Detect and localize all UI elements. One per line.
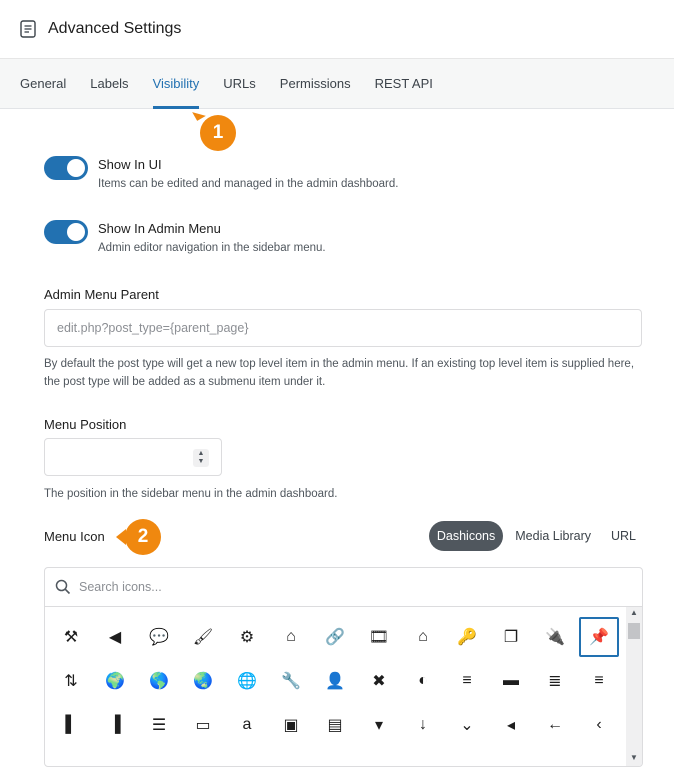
printer-icon[interactable]: ▭ — [181, 703, 225, 747]
align-center-icon[interactable]: ≡ — [445, 659, 489, 703]
show-in-ui-label: Show In UI — [98, 157, 162, 172]
caret-down-icon[interactable]: ▾ — [357, 703, 401, 747]
align-pull-right-icon[interactable]: ▐ — [93, 703, 137, 747]
id-card-icon[interactable]: ▣ — [269, 703, 313, 747]
show-in-menu-help: Admin editor navigation in the sidebar m… — [98, 242, 326, 254]
icon-search-bar — [45, 568, 642, 607]
brush-icon[interactable]: 🖌 — [181, 615, 225, 659]
chevron-down-icon[interactable]: ⌄ — [445, 703, 489, 747]
source-media-library-button[interactable]: Media Library — [507, 521, 599, 551]
callout-badge-2: 2 — [116, 519, 161, 555]
callout-badge-1: 1 — [200, 115, 236, 151]
arrow-left-circle-icon[interactable]: ◀ — [93, 615, 137, 659]
users-icon[interactable]: 👤 — [313, 659, 357, 703]
tab-general[interactable]: General — [20, 59, 66, 108]
arrow-down-icon[interactable]: ↓ — [401, 703, 445, 747]
show-in-ui-row: Show In UI Items can be edited and manag… — [44, 156, 398, 190]
show-in-ui-toggle[interactable] — [44, 156, 88, 180]
tab-permissions[interactable]: Permissions — [280, 59, 351, 108]
cross-tools-icon[interactable]: ✖ — [357, 659, 401, 703]
globe-grid-icon[interactable]: 🌐 — [225, 659, 269, 703]
align-right-icon[interactable]: ≣ — [533, 659, 577, 703]
scroll-down-icon[interactable]: ▼ — [626, 752, 642, 764]
spinner-up-icon[interactable]: ▲ — [198, 450, 205, 458]
document-icon — [20, 20, 36, 38]
align-pull-left-icon[interactable]: ▌ — [49, 703, 93, 747]
menu-icon-label: Menu Icon — [44, 529, 105, 544]
gear-icon[interactable]: ⚙ — [225, 615, 269, 659]
pages-icon[interactable]: ❐ — [489, 615, 533, 659]
menu-parent-label: Admin Menu Parent — [44, 287, 159, 302]
settings-tabs: General Labels Visibility URLs Permissio… — [0, 59, 674, 109]
scroll-thumb[interactable] — [628, 623, 640, 639]
show-in-menu-label: Show In Admin Menu — [98, 221, 221, 236]
icon-grid-scrollbar[interactable]: ▲ ▼ — [626, 607, 642, 766]
pin-icon[interactable]: 📌 — [577, 615, 621, 659]
plugins-icon[interactable]: 🔌 — [533, 615, 577, 659]
globe-site-icon[interactable]: 🌍 — [93, 659, 137, 703]
globe-dark-icon[interactable]: 🌏 — [181, 659, 225, 703]
network-icon[interactable]: ⌂ — [401, 615, 445, 659]
media-icon[interactable]: 🎞 — [357, 615, 401, 659]
menu-position-input[interactable]: ▲ ▼ — [44, 438, 222, 476]
hammer-icon[interactable]: ⚒ — [49, 615, 93, 659]
menu-position-label: Menu Position — [44, 417, 127, 432]
spinner-down-icon[interactable]: ▼ — [198, 458, 205, 466]
sort-icon[interactable]: ⇅ — [49, 659, 93, 703]
icon-search-input[interactable] — [77, 579, 601, 595]
toggle-knob — [67, 159, 85, 177]
menu-parent-help: By default the post type will get a new … — [44, 358, 635, 388]
show-in-menu-row: Show In Admin Menu Admin editor navigati… — [44, 220, 326, 254]
icon-source-switcher: Dashicons Media Library URL — [425, 521, 644, 551]
source-url-button[interactable]: URL — [603, 521, 644, 551]
align-left-icon[interactable]: ≡ — [577, 659, 621, 703]
toggle-knob — [67, 223, 85, 241]
key-icon[interactable]: 🔑 — [445, 615, 489, 659]
show-in-ui-help: Items can be edited and managed in the a… — [98, 178, 399, 190]
tools-icon[interactable]: 🔧 — [269, 659, 313, 703]
number-spinner[interactable]: ▲ ▼ — [193, 449, 209, 467]
chevron-left-icon[interactable]: ‹ — [577, 703, 621, 747]
globe-alt-icon[interactable]: 🌎 — [137, 659, 181, 703]
source-dashicons-button[interactable]: Dashicons — [428, 521, 504, 551]
comment-icon[interactable]: 💬 — [137, 615, 181, 659]
arrow-left-icon[interactable]: ← — [533, 703, 577, 747]
tab-visibility[interactable]: Visibility — [152, 59, 199, 109]
page-header: Advanced Settings — [0, 0, 674, 59]
tab-urls[interactable]: URLs — [223, 59, 256, 108]
amazon-icon[interactable]: a — [225, 703, 269, 747]
menu-position-help: The position in the sidebar menu in the … — [44, 488, 338, 500]
menu-parent-input[interactable] — [44, 309, 642, 347]
tab-rest-api[interactable]: REST API — [375, 59, 433, 108]
search-icon — [55, 579, 71, 595]
page-title: Advanced Settings — [48, 20, 182, 37]
scroll-up-icon[interactable]: ▲ — [626, 607, 642, 619]
monitor-icon[interactable]: ▬ — [489, 659, 533, 703]
list-indent-icon[interactable]: ☰ — [137, 703, 181, 747]
home-icon[interactable]: ⌂ — [269, 615, 313, 659]
link-icon[interactable]: 🔗 — [313, 615, 357, 659]
archive-icon[interactable]: ▤ — [313, 703, 357, 747]
icon-grid: ⚒ ◀ 💬 🖌 ⚙ ⌂ 🔗 🎞 ⌂ 🔑 ❐ 🔌 📌 ⇅ 🌍 🌎 🌏 🌐 🔧 👤 ✖ ◐ ≡ ▬ ≣ ≡ ▌ ▐ ☰ ▭ a ▣ ▤ ▾ ↓ ⌄ ◂ ← ‹ — [49, 615, 621, 747]
contrast-icon[interactable]: ◐ — [401, 659, 445, 703]
tab-labels[interactable]: Labels — [90, 59, 128, 108]
show-in-menu-toggle[interactable] — [44, 220, 88, 244]
caret-left-icon[interactable]: ◂ — [489, 703, 533, 747]
icon-picker: ⚒◀💬🖌⚙⌂🔗🎞⌂🔑❐🔌📌⇅🌍🌎🌏🌐🔧👤✖◐≡▬≣≡▌▐☰▭a▣▤▾↓⌄◂←‹ … — [44, 567, 643, 767]
